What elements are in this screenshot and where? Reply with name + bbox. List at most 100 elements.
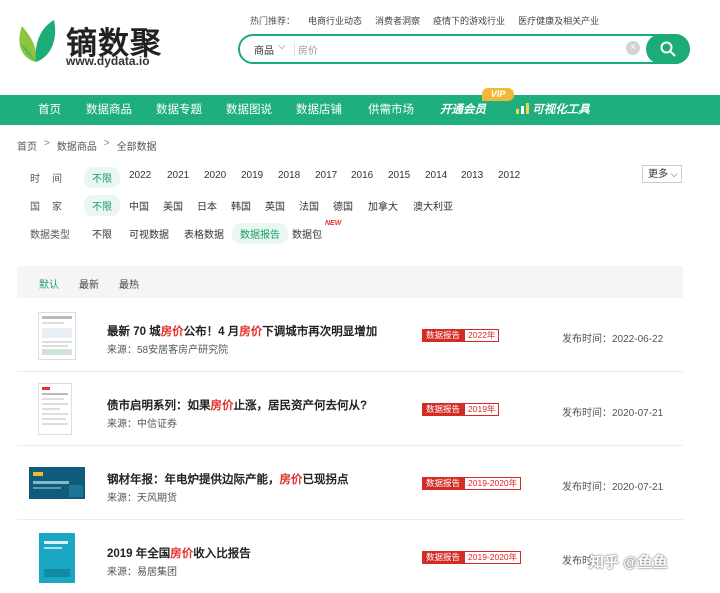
filter-option[interactable]: 数据报告 bbox=[232, 223, 288, 244]
breadcrumb-data-products[interactable]: 数据商品 bbox=[57, 138, 97, 153]
hot-link[interactable]: 医疗健康及相关产业 bbox=[518, 14, 599, 27]
result-title[interactable]: 钢材年报：年电炉提供边际产能，房价已现拐点 bbox=[107, 471, 349, 487]
filter-option[interactable]: 2013 bbox=[461, 170, 483, 181]
title-keyword: 房价 bbox=[210, 400, 234, 412]
result-date: 发布时间：2022-06-22 bbox=[562, 334, 664, 345]
clear-icon[interactable]: × bbox=[626, 41, 640, 55]
filter-option[interactable]: 不限 bbox=[84, 167, 120, 188]
result-title[interactable]: 债市启明系列：如果房价止涨，居民资产何去何从? bbox=[107, 397, 367, 413]
hot-label: 热门推荐： bbox=[250, 16, 296, 26]
search-button[interactable] bbox=[646, 34, 690, 64]
sort-hottest[interactable]: 最热 bbox=[119, 276, 139, 291]
brand-logo[interactable]: 镝数聚 www.dydata.io bbox=[16, 14, 216, 74]
sort-latest[interactable]: 最新 bbox=[79, 276, 99, 291]
nav-data-stores[interactable]: 数据店铺 bbox=[296, 95, 342, 125]
breadcrumb-separator: > bbox=[44, 138, 50, 149]
filter-option[interactable]: 美国 bbox=[163, 198, 183, 213]
result-date: 发布时 bbox=[562, 556, 592, 567]
hot-link[interactable]: 疫情下的游戏行业 bbox=[433, 14, 505, 27]
nav-data-charts[interactable]: 数据图说 bbox=[226, 95, 272, 125]
filter-option[interactable]: 表格数据 bbox=[184, 226, 224, 241]
filter-option[interactable]: 英国 bbox=[265, 198, 285, 213]
result-tag: 数据报告 2019年 bbox=[422, 403, 500, 416]
new-badge: NEW bbox=[325, 220, 342, 227]
filter-option[interactable]: 加拿大 bbox=[368, 198, 398, 213]
title-text: 收入比报告 bbox=[193, 548, 251, 560]
filter-option[interactable]: 2015 bbox=[388, 170, 410, 181]
chevron-down-icon[interactable]: ⌵ bbox=[278, 41, 286, 52]
title-text: 最新 70 城 bbox=[107, 326, 161, 338]
hot-link[interactable]: 电商行业动态 bbox=[308, 14, 362, 27]
filter-option[interactable]: 数据包 bbox=[292, 226, 322, 241]
result-tag: 数据报告 2019-2020年 bbox=[422, 477, 522, 490]
title-text: 公布！4 月 bbox=[183, 326, 240, 338]
leaf-logo-icon bbox=[19, 20, 56, 62]
filter-option[interactable]: 韩国 bbox=[231, 198, 251, 213]
bar-chart-icon bbox=[516, 103, 529, 114]
title-keyword: 房价 bbox=[170, 548, 194, 560]
filter-option[interactable]: 2018 bbox=[278, 170, 300, 181]
filter-option[interactable]: 法国 bbox=[299, 198, 319, 213]
filter-option[interactable]: 澳大利亚 bbox=[413, 198, 453, 213]
tag-year: 2019-2020年 bbox=[464, 551, 522, 564]
filter-option[interactable]: 2020 bbox=[204, 170, 226, 181]
search-input[interactable] bbox=[298, 41, 598, 57]
filter-option[interactable]: 2021 bbox=[167, 170, 189, 181]
result-source: 来源：中信证券 bbox=[107, 419, 177, 430]
result-date: 发布时间：2020-07-21 bbox=[562, 408, 664, 419]
report-thumbnail bbox=[38, 383, 72, 435]
result-row[interactable]: 最新 70 城房价公布！4 月房价下调城市再次明显增加 来源：58安居客房产研究… bbox=[17, 299, 683, 372]
filter-option[interactable]: 德国 bbox=[333, 198, 353, 213]
filter-option[interactable]: 2016 bbox=[351, 170, 373, 181]
filter-option[interactable]: 2017 bbox=[315, 170, 337, 181]
watermark: 知乎 @鱼鱼 bbox=[589, 554, 668, 571]
filter-option[interactable]: 2022 bbox=[129, 170, 151, 181]
title-keyword: 房价 bbox=[279, 474, 303, 486]
hot-recommendations: 热门推荐： 电商行业动态 消费者洞察 疫情下的游戏行业 医疗健康及相关产业 bbox=[250, 14, 599, 27]
filter-option[interactable]: 不限 bbox=[84, 195, 120, 216]
result-row[interactable]: 钢材年报：年电炉提供边际产能，房价已现拐点 来源：天风期货 数据报告 2019-… bbox=[17, 447, 683, 520]
result-title[interactable]: 2019 年全国房价收入比报告 bbox=[107, 545, 251, 561]
vip-badge: VIP bbox=[482, 88, 514, 101]
result-row[interactable]: 2019 年全国房价收入比报告 来源：易居集团 数据报告 2019-2020年 … bbox=[17, 521, 683, 593]
filter-option[interactable]: 中国 bbox=[129, 198, 149, 213]
search-divider bbox=[294, 43, 295, 56]
tag-type: 数据报告 bbox=[422, 329, 465, 342]
search-category-select[interactable]: 商品 bbox=[254, 42, 274, 57]
breadcrumb-all-data: 全部数据 bbox=[116, 142, 157, 153]
filter-option[interactable]: 日本 bbox=[197, 198, 217, 213]
result-source: 来源：易居集团 bbox=[107, 567, 177, 578]
breadcrumb-home[interactable]: 首页 bbox=[17, 138, 37, 153]
sort-default[interactable]: 默认 bbox=[39, 276, 59, 291]
more-dropdown[interactable]: 更多 ⌵ bbox=[642, 165, 682, 183]
tag-type: 数据报告 bbox=[422, 477, 465, 490]
hot-link[interactable]: 消费者洞察 bbox=[375, 14, 420, 27]
site-header: 镝数聚 www.dydata.io 热门推荐： 电商行业动态 消费者洞察 疫情下… bbox=[0, 0, 720, 95]
title-text: 止涨，居民资产何去何从? bbox=[233, 400, 368, 412]
tag-year: 2019-2020年 bbox=[464, 477, 522, 490]
nav-market[interactable]: 供需市场 bbox=[368, 95, 414, 125]
filter-type: 数据类型 不限 可视数据 表格数据 数据报告 数据包 bbox=[30, 223, 660, 244]
report-thumbnail bbox=[39, 533, 75, 583]
filter-type-label: 数据类型 bbox=[30, 230, 70, 241]
chevron-down-icon: ⌵ bbox=[670, 169, 678, 179]
tag-type: 数据报告 bbox=[422, 403, 465, 416]
title-keyword: 房价 bbox=[160, 326, 184, 338]
filter-option[interactable]: 2019 bbox=[241, 170, 263, 181]
result-title[interactable]: 最新 70 城房价公布！4 月房价下调城市再次明显增加 bbox=[107, 323, 377, 339]
nav-home[interactable]: 首页 bbox=[38, 95, 61, 125]
nav-data-topics[interactable]: 数据专题 bbox=[156, 95, 202, 125]
filter-option[interactable]: 不限 bbox=[92, 226, 112, 241]
filter-time: 时 间 不限 2022 2021 2020 2019 2018 2017 201… bbox=[30, 167, 660, 188]
filter-option[interactable]: 2014 bbox=[425, 170, 447, 181]
nav-viz-tool[interactable]: 可视化工具 bbox=[516, 95, 590, 125]
result-tag: 数据报告 2022年 bbox=[422, 329, 500, 342]
filter-option[interactable]: 可视数据 bbox=[129, 226, 169, 241]
search-icon bbox=[660, 41, 676, 57]
nav-membership[interactable]: 开通会员 bbox=[440, 95, 486, 125]
result-source: 来源：58安居客房产研究院 bbox=[107, 345, 229, 356]
brand-url: www.dydata.io bbox=[66, 54, 150, 68]
result-row[interactable]: 债市启明系列：如果房价止涨，居民资产何去何从? 来源：中信证券 数据报告 201… bbox=[17, 373, 683, 446]
filter-option[interactable]: 2012 bbox=[498, 170, 520, 181]
nav-data-products[interactable]: 数据商品 bbox=[86, 95, 132, 125]
